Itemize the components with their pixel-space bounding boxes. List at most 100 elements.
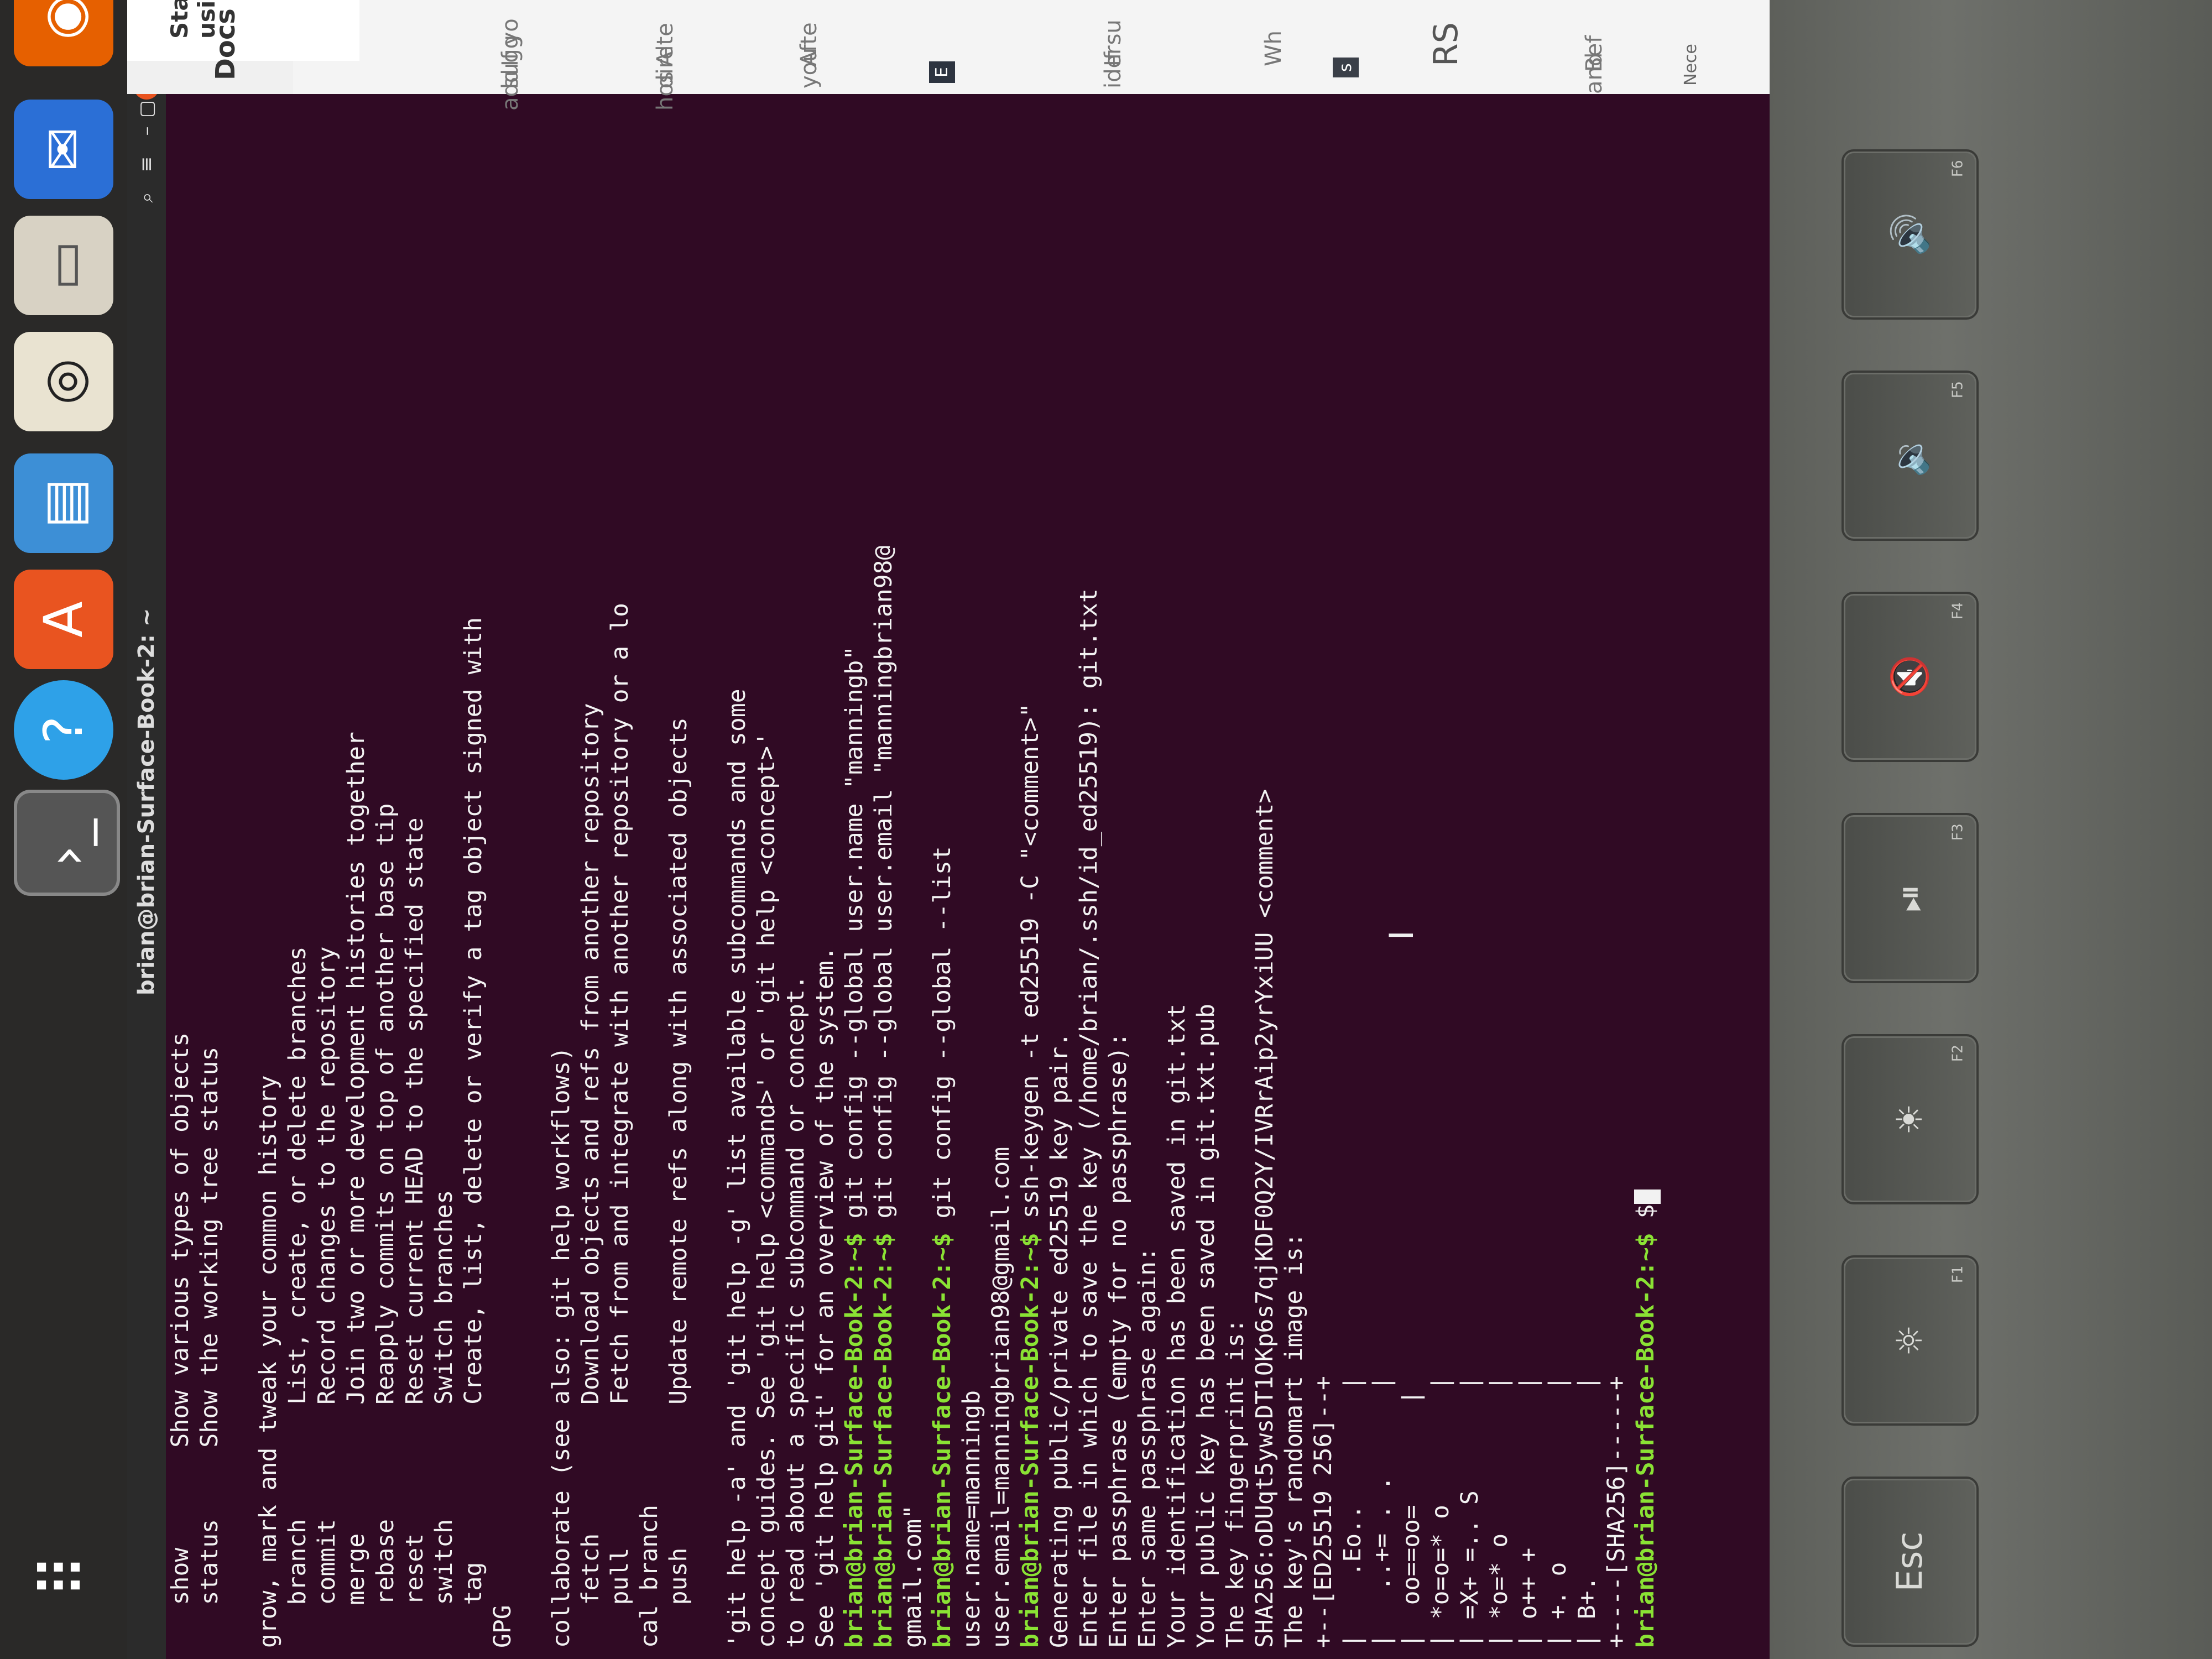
terminal-line: tag Create, list, delete or verify a tag… [459,94,488,1648]
terminal-output-text: | *o=* o | [1485,1376,1513,1648]
software-icon[interactable]: A [14,570,113,669]
docs-label[interactable]: Docs [210,8,241,80]
terminal-output-text: The key fingerprint is: [1222,1318,1249,1648]
terminal-output-text: grow, mark and tweak your common history [254,1075,282,1648]
terminal-output-text: | *o=o=* o | [1427,1376,1454,1648]
terminal-line: user.name=manningb [957,94,987,1648]
minimize-icon[interactable]: – [134,118,159,144]
terminal-line: switch Switch branches [430,94,459,1648]
terminal-line: concept guides. See 'git help <command>'… [752,94,781,1648]
terminal-line: brian@brian-Surface-Book-2:~$ git config… [928,94,957,1648]
terminal-line: Enter passphrase (empty for no passphras… [1104,94,1133,1648]
terminal-line: SHA256:oDUqt5ywsDT1OKp6s7qjKDF0Q2Y/IVRrA… [1250,94,1280,1648]
menu-icon[interactable]: ≡ [134,152,159,177]
terminal-line: fetch Download objects and refs from ano… [576,94,606,1648]
terminal-line: brian@brian-Surface-Book-2:~$ git config… [869,94,899,1648]
terminal-output-text: 'git help -a' and 'git help -g' list ava… [723,688,751,1648]
browser-text: Wh [1261,30,1286,66]
terminal-line: | oo==oo= | [1397,94,1426,1648]
terminal-output-text: Your identification has been saved in gi… [1163,1004,1191,1648]
key-label: ☀ [1890,1103,1931,1135]
terminal-line: reset Reset current HEAD to the specifie… [400,94,430,1648]
writer-icon[interactable]: ▤ [14,453,113,553]
terminal-line: brian@brian-Surface-Book-2:~$ $ [1631,94,1661,1648]
cookie-checkbox-label[interactable]: Nece [1681,44,1700,86]
terminal-line: +--[ED25519 256]--+ [1309,94,1338,1648]
browser-code-box: E [929,61,955,83]
key-fn-label: F6 [1949,160,1966,178]
key-fn-label: F2 [1949,1045,1966,1062]
terminal-output-text: | B+. | [1573,1376,1601,1648]
terminal-output-text: +----[SHA256]-----+ [1603,1376,1630,1648]
key-label: Esc [1890,1531,1931,1592]
terminal-output-text: See 'git help git' for an overview of th… [811,946,839,1648]
keyboard-key: Esc [1841,1477,1979,1647]
terminal-line: rebase Reapply commits on top of another… [371,94,400,1648]
terminal-line: | =X+ =.. S | [1455,94,1485,1648]
help-icon[interactable]: ? [14,680,113,780]
terminal-line: to read about a specific subcommand or c… [781,94,811,1648]
firefox-icon[interactable]: ◉ [14,0,113,66]
terminal-output[interactable]: show Show various types of objects statu… [166,94,1770,1659]
terminal-output-text: pull Fetch from and integrate with anoth… [606,603,634,1648]
files-icon[interactable]: ▭ [14,216,113,315]
terminal-line: | B+. | [1573,94,1602,1648]
terminal-line: Your public key has been saved in git.tx… [1192,94,1221,1648]
maximize-icon[interactable]: ▢ [134,96,159,122]
keyboard-key: 🔊 F6 [1841,149,1979,320]
terminal-output-text: SHA256:oDUqt5ywsDT1OKp6s7qjKDF0Q2Y/IVRrA… [1251,789,1279,1648]
terminal-line: merge Join two or more development histo… [342,94,371,1648]
apps-grid-icon[interactable]: ⠿ [14,1526,113,1626]
browser-text: hos [653,71,678,111]
browser-tab[interactable] [127,0,359,61]
terminal-line: 'git help -a' and 'git help -g' list ava… [723,94,752,1648]
browser-text: add [498,69,523,111]
terminal-line: push Update remote refs along with assoc… [664,94,693,1648]
terminal-output-text: merge Join two or more development histo… [342,732,370,1648]
terminal-output-text: user.email=manningbrian98@gmail.com [987,1146,1015,1648]
terminal-line: | o++ + | [1514,94,1543,1648]
terminal-line: Enter same passphrase again: [1133,94,1162,1648]
rhythmbox-icon[interactable]: ◎ [14,332,113,431]
terminal-output-text: | +. o | [1544,1376,1572,1648]
terminal-line: | .Eo.. | [1338,94,1368,1648]
browser-text: RS [1427,22,1465,66]
browser-text: and [1582,52,1607,94]
shell-prompt: brian@brian-Surface-Book-2:~$ [928,1233,956,1648]
terminal-line: See 'git help git' for an overview of th… [811,94,840,1648]
terminal-line: user.email=manningbrian98@gmail.com [987,94,1016,1648]
browser-button[interactable]: s [1333,58,1359,77]
terminal-line: collaborate (see also: git help workflow… [547,94,576,1648]
rotated-desktop: ◉ ✉ ▭ ◎ ▤ A ? ›_ ⠿ brian@brian-Surface-B… [0,0,1770,1659]
terminal-line: Your identification has been saved in gi… [1162,94,1192,1648]
terminal-output-text: | o++ + | [1515,1376,1542,1648]
shell-command: $ [1632,1204,1660,1233]
shell-command: ssh-keygen -t ed25519 -C "<comment>" [1016,703,1044,1233]
terminal-output-text: push Update remote refs along with assoc… [665,717,692,1648]
terminal-window[interactable]: brian@brian-Surface-Book-2: ~ ⌕ ≡ – ▢ × … [127,74,1770,1659]
key-label: ⏯ [1890,884,1931,912]
terminal-icon[interactable]: ›_ [14,790,120,896]
terminal-line: show Show various types of objects [166,94,195,1648]
terminal-output-text: The key's randomart image is: [1280,1233,1308,1648]
shell-command: git config --global user.name "manningb" [841,645,868,1233]
terminal-titlebar[interactable]: brian@brian-Surface-Book-2: ~ ⌕ ≡ – ▢ × [127,74,166,1659]
terminal-line: Generating public/private ed25519 key pa… [1045,94,1074,1648]
terminal-output-text: GPG [489,1605,517,1648]
terminal-output-text: | .Eo.. | [1339,1376,1366,1648]
terminal-output-text: gmail.com" [899,1505,927,1648]
terminal-output-text: fetch Download objects and refs from ano… [577,703,604,1648]
terminal-line: Enter file in which to save the key (/ho… [1074,94,1104,1648]
keyboard-key: ⏯ F3 [1841,813,1979,983]
shell-prompt: brian@brian-Surface-Book-2:~$ [841,1233,868,1648]
thunderbird-icon[interactable]: ✉ [14,100,113,199]
terminal-line: +----[SHA256]-----+ [1602,94,1631,1648]
terminal-line: brian@brian-Surface-Book-2:~$ ssh-keygen… [1016,94,1045,1648]
terminal-output-text: rebase Reapply commits on top of another… [372,803,399,1648]
terminal-line: branch List, create, or delete branches [283,94,312,1648]
shell-command: git config --global --list [928,846,956,1233]
search-icon[interactable]: ⌕ [134,185,159,210]
browser-text: ider [1100,45,1126,88]
